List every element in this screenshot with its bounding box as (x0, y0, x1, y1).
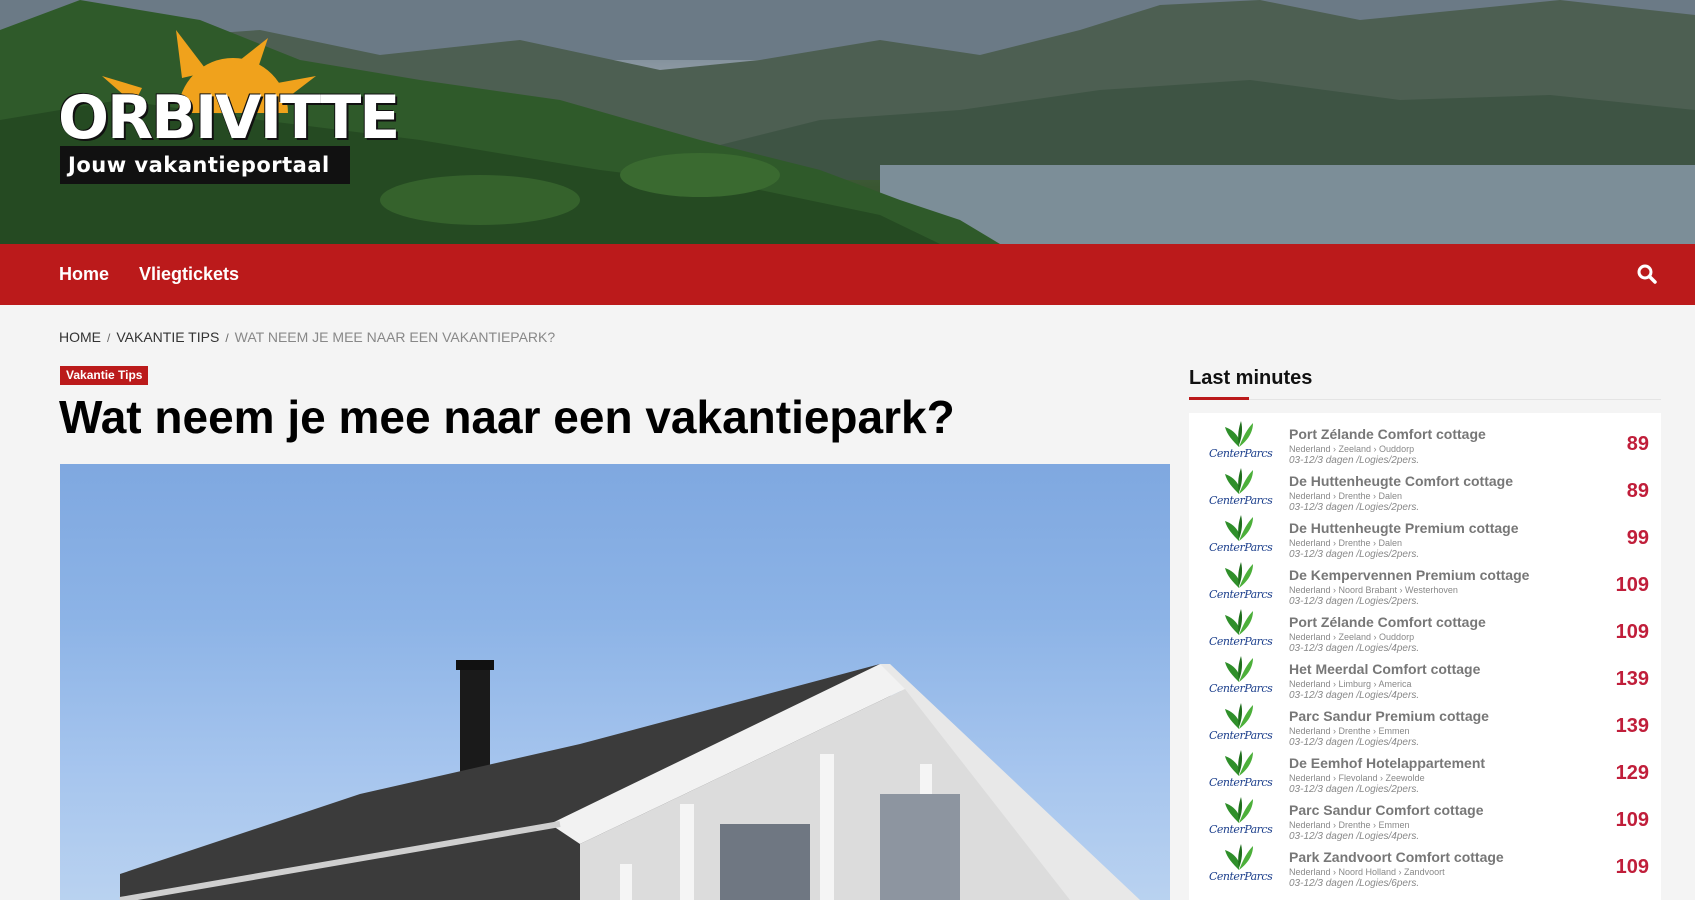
centerparcs-logo: CenterParcs (1209, 609, 1273, 651)
logo-tagline: Jouw vakantieportaal (60, 146, 350, 184)
offer-name[interactable]: De Huttenheugte Comfort cottage (1289, 473, 1513, 489)
cottage-illustration (119, 660, 1140, 900)
last-minute-item[interactable]: CenterParcs De Huttenheugte Comfort cotta… (1189, 464, 1661, 513)
last-minutes-list: CenterParcs Port Zélande Comfort cottage N… (1189, 413, 1661, 900)
last-minute-item[interactable]: CenterParcs Port Zélande Comfort cottage N… (1189, 417, 1661, 466)
brand-label: CenterParcs (1209, 447, 1273, 460)
offer-location: Nederland › Noord Brabant › Westerhoven (1289, 585, 1458, 595)
brand-label: CenterParcs (1209, 729, 1273, 742)
leaf-icon (1225, 750, 1253, 776)
offer-name[interactable]: Het Meerdal Comfort cottage (1289, 661, 1480, 677)
offer-location: Nederland › Flevoland › Zeewolde (1289, 773, 1425, 783)
breadcrumb-category[interactable]: Vakantie Tips (116, 329, 219, 345)
leaf-icon (1225, 468, 1253, 494)
centerparcs-logo: CenterParcs (1209, 562, 1273, 604)
offer-location: Nederland › Drenthe › Dalen (1289, 491, 1403, 501)
offer-name[interactable]: De Eemhof Hotelappartement (1289, 755, 1485, 771)
leaf-icon (1225, 656, 1253, 682)
centerparcs-logo: CenterParcs (1209, 468, 1273, 510)
centerparcs-logo: CenterParcs (1209, 703, 1273, 745)
brand-label: CenterParcs (1209, 541, 1273, 554)
brand-label: CenterParcs (1209, 588, 1273, 601)
offer-name[interactable]: Port Zélande Comfort cottage (1289, 426, 1486, 442)
breadcrumb-separator: / (225, 331, 229, 345)
last-minute-item[interactable]: CenterParcs De Eemhof Hotelappartement Ned… (1189, 746, 1661, 795)
offer-name[interactable]: Park Zandvoort Comfort cottage (1289, 849, 1504, 865)
sidebar-title: Last minutes (1189, 367, 1313, 389)
centerparcs-logo: CenterParcs (1209, 844, 1273, 886)
centerparcs-logo: CenterParcs (1209, 656, 1273, 698)
sidebar-divider (1189, 399, 1661, 400)
search-icon[interactable] (1635, 262, 1659, 286)
leaf-icon (1225, 609, 1253, 635)
brand-label: CenterParcs (1209, 635, 1273, 648)
breadcrumb: Home / Vakantie Tips / Wat neem je mee naar … (59, 329, 555, 345)
offer-name[interactable]: Parc Sandur Comfort cottage (1289, 802, 1483, 818)
offer-price[interactable]: 89 (1627, 480, 1649, 503)
leaf-icon (1225, 421, 1253, 447)
breadcrumb-separator: / (107, 331, 111, 345)
logo-wordmark: ORBIVITTE (58, 83, 400, 153)
leaf-icon (1225, 562, 1253, 588)
offer-location: Nederland › Zeeland › Ouddorp (1289, 632, 1415, 642)
last-minute-item[interactable]: CenterParcs Het Meerdal Comfort cottage Ne… (1189, 652, 1661, 701)
last-minute-item[interactable]: CenterParcs De Huttenheugte Premium cotta… (1189, 511, 1661, 560)
brand-label: CenterParcs (1209, 682, 1273, 695)
category-badge[interactable]: Vakantie Tips (60, 366, 149, 385)
centerparcs-logo: CenterParcs (1209, 421, 1273, 463)
offer-name[interactable]: De Kempervennen Premium cottage (1289, 567, 1529, 583)
offer-price[interactable]: 129 (1616, 762, 1649, 785)
brand-label: CenterParcs (1209, 870, 1273, 883)
breadcrumb-current: Wat neem je mee naar een vakantiepark? (234, 329, 556, 345)
brand-label: CenterParcs (1209, 494, 1273, 507)
offer-location: Nederland › Zeeland › Ouddorp (1289, 444, 1415, 454)
offer-price[interactable]: 109 (1616, 809, 1649, 832)
centerparcs-logo: CenterParcs (1209, 750, 1273, 792)
last-minute-item[interactable]: CenterParcs Port Zélande Comfort cottage N… (1189, 605, 1661, 654)
offer-price[interactable]: 139 (1616, 668, 1649, 691)
header-banner: ORBIVITTE Jouw vakantieportaal (0, 0, 1695, 244)
site-logo[interactable]: ORBIVITTE Jouw vakantieportaal (58, 28, 400, 186)
brand-label: CenterParcs (1209, 776, 1273, 789)
offer-name[interactable]: Parc Sandur Premium cottage (1289, 708, 1489, 724)
last-minute-item[interactable]: CenterParcs De Kempervennen Premium cotta… (1189, 558, 1661, 607)
leaf-icon (1225, 844, 1253, 870)
offer-price[interactable]: 109 (1616, 856, 1649, 879)
main-nav: Home Vliegtickets (0, 244, 1695, 305)
leaf-icon (1225, 515, 1253, 541)
offer-name[interactable]: De Huttenheugte Premium cottage (1289, 520, 1518, 536)
leaf-icon (1225, 703, 1253, 729)
nav-home[interactable]: Home (59, 244, 109, 305)
offer-name[interactable]: Port Zélande Comfort cottage (1289, 614, 1486, 630)
sidebar-title-underline (1189, 397, 1249, 400)
last-minute-item[interactable]: CenterParcs Parc Sandur Premium cottage Ne… (1189, 699, 1661, 748)
offer-location: Nederland › Drenthe › Emmen (1289, 726, 1410, 736)
offer-location: Nederland › Noord Holland › Zandvoort (1289, 867, 1445, 877)
offer-location: Nederland › Drenthe › Emmen (1289, 820, 1410, 830)
offer-dates: 03-12/3 dagen /Logies/6pers. (1289, 878, 1420, 889)
offer-price[interactable]: 139 (1616, 715, 1649, 738)
breadcrumb-home[interactable]: Home (59, 329, 101, 345)
offer-location: Nederland › Drenthe › Dalen (1289, 538, 1403, 548)
offer-location: Nederland › Limburg › America (1289, 679, 1412, 689)
last-minute-item[interactable]: CenterParcs Parc Sandur Comfort cottage Ne… (1189, 793, 1661, 842)
offer-price[interactable]: 109 (1616, 621, 1649, 644)
offer-price[interactable]: 99 (1627, 527, 1649, 550)
offer-price[interactable]: 109 (1616, 574, 1649, 597)
leaf-icon (1225, 797, 1253, 823)
offer-price[interactable]: 89 (1627, 433, 1649, 456)
article-title: Wat neem je mee naar een vakantiepark? (59, 391, 955, 443)
centerparcs-logo: CenterParcs (1209, 515, 1273, 557)
last-minute-item[interactable]: CenterParcs Park Zandvoort Comfort cottag… (1189, 840, 1661, 889)
centerparcs-logo: CenterParcs (1209, 797, 1273, 839)
nav-vliegtickets[interactable]: Vliegtickets (139, 244, 239, 305)
article-hero-image (60, 464, 1170, 900)
brand-label: CenterParcs (1209, 823, 1273, 836)
